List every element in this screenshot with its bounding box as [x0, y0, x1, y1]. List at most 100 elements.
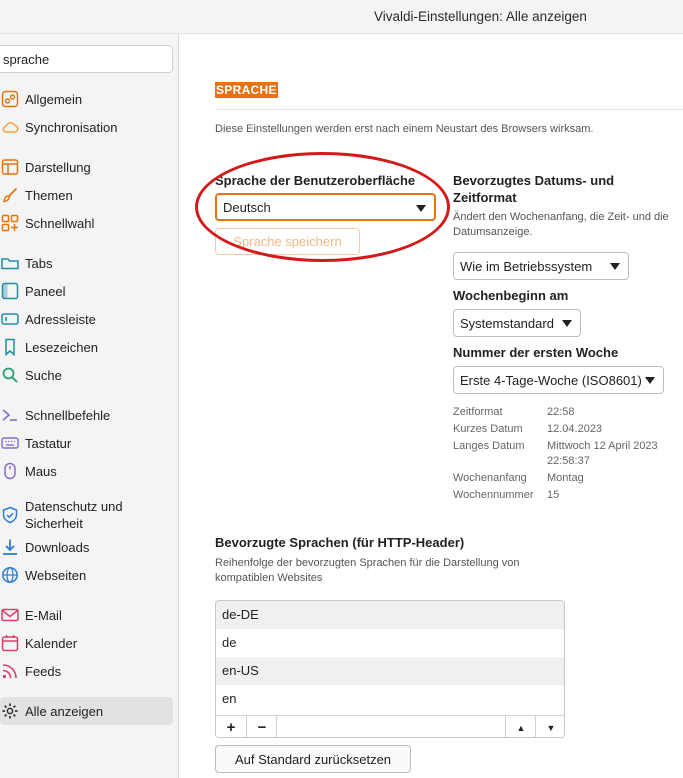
sidebar-item-tastatur[interactable]: Tastatur: [0, 429, 173, 457]
sidebar-item-tabs[interactable]: Tabs: [0, 249, 173, 277]
sidebar-item-lesezeichen[interactable]: Lesezeichen: [0, 333, 173, 361]
sidebar-item-schnellbefehle[interactable]: Schnellbefehle: [0, 401, 173, 429]
section-divider: [215, 109, 683, 110]
sidebar-item-darstellung[interactable]: Darstellung: [0, 153, 173, 181]
date-format-description: Ändert den Wochenanfang, die Zeit- und d…: [453, 211, 669, 238]
sidebar-item-label: Schnellwahl: [25, 215, 95, 231]
info-key: Wochennummer: [453, 489, 534, 501]
address-bar-icon: [1, 313, 19, 325]
date-format-select[interactable]: Wie im Betriebssystem: [453, 252, 629, 280]
sidebar-item-label: Allgemein: [25, 91, 83, 107]
week-start-label: Wochenbeginn am: [453, 288, 569, 303]
week-start-value: Systemstandard: [460, 315, 554, 331]
general-icon: [1, 90, 19, 108]
date-format-value: Wie im Betriebssystem: [460, 258, 593, 274]
sidebar-item-feeds[interactable]: Feeds: [0, 657, 173, 685]
quick-commands-icon: [2, 409, 17, 421]
first-week-label: Nummer der ersten Woche: [453, 345, 619, 360]
sidebar-item-kalender[interactable]: Kalender: [0, 629, 173, 657]
sidebar-item-label: Feeds: [25, 663, 62, 679]
info-value: 22:58:37: [547, 455, 590, 467]
download-icon: [3, 539, 17, 555]
move-up-button[interactable]: ▲: [506, 716, 536, 737]
date-format-label: Bevorzugtes Datums- und Zeitformat: [453, 173, 615, 205]
tabs-icon: [1, 258, 19, 270]
highlight-annotation: [195, 152, 450, 262]
panel-icon: [1, 282, 19, 300]
section-title: SPRACHE: [215, 82, 278, 98]
settings-content: SPRACHE Diese Einstellungen werden erst …: [180, 34, 683, 778]
sidebar-item-label: Datenschutz und Sicherheit: [25, 499, 123, 531]
sidebar-item-label: Paneel: [25, 283, 66, 299]
list-item[interactable]: de-DE: [216, 601, 564, 629]
info-key: Langes Datum: [453, 440, 525, 452]
sidebar-item-label: Downloads: [25, 539, 90, 555]
chevron-down-icon: [610, 263, 620, 270]
speed-dial-icon: [1, 214, 19, 232]
list-item[interactable]: en: [216, 685, 564, 713]
gear-icon: [2, 703, 18, 719]
sidebar-item-label: Webseiten: [25, 567, 87, 583]
sidebar-item-maus[interactable]: Maus: [0, 457, 173, 485]
feed-icon: [2, 664, 17, 679]
settings-search-input[interactable]: [0, 45, 173, 73]
week-start-select[interactable]: Systemstandard: [453, 309, 581, 337]
sidebar-item-label: Synchronisation: [25, 119, 118, 135]
http-languages-label: Bevorzugte Sprachen (für HTTP-Header): [215, 535, 465, 550]
move-down-button[interactable]: ▼: [536, 716, 564, 737]
appearance-icon: [1, 159, 19, 175]
language-list-toolbar: + − ▲ ▼: [216, 715, 564, 737]
info-value: Mittwoch 12 April 2023: [547, 440, 658, 452]
first-week-value: Erste 4-Tage-Woche (ISO8601): [460, 372, 642, 388]
sidebar-item-alle-anzeigen[interactable]: Alle anzeigen: [0, 697, 173, 725]
info-value: 15: [547, 489, 560, 501]
list-item[interactable]: en-US: [216, 657, 564, 685]
sidebar-item-downloads[interactable]: Downloads: [0, 533, 173, 561]
sidebar-item-email[interactable]: E-Mail: [0, 601, 173, 629]
info-value: 12.04.2023: [547, 423, 603, 435]
sidebar-item-label: E-Mail: [25, 607, 62, 623]
remove-language-button[interactable]: −: [247, 716, 277, 737]
http-languages-description: Reihenfolge der bevorzugten Sprachen für…: [215, 557, 520, 584]
search-icon: [2, 367, 18, 383]
chevron-down-icon: [645, 377, 655, 384]
sidebar-item-label: Lesezeichen: [25, 339, 98, 355]
sidebar-item-label: Tastatur: [25, 435, 72, 451]
info-value: 22:58: [547, 406, 575, 418]
globe-icon: [2, 567, 18, 583]
mail-icon: [1, 608, 19, 622]
keyboard-icon: [1, 437, 19, 449]
info-value: Montag: [547, 472, 584, 484]
sidebar-item-adressleiste[interactable]: Adressleiste: [0, 305, 173, 333]
settings-sidebar: Allgemein Synchronisation Darstellung Th…: [0, 34, 179, 778]
sidebar-item-webseiten[interactable]: Webseiten: [0, 561, 173, 589]
sidebar-item-datenschutz[interactable]: Datenschutz und Sicherheit: [0, 497, 173, 533]
list-item[interactable]: de: [216, 629, 564, 657]
sidebar-item-label: Adressleiste: [25, 311, 96, 327]
first-week-select[interactable]: Erste 4-Tage-Woche (ISO8601): [453, 366, 664, 394]
sidebar-item-label: Maus: [25, 463, 57, 479]
sidebar-item-label: Themen: [25, 187, 73, 203]
chevron-down-icon: [562, 320, 572, 327]
sidebar-item-themen[interactable]: Themen: [0, 181, 173, 209]
language-list: de-DE de en-US en + − ▲ ▼: [215, 600, 565, 738]
brush-icon: [3, 187, 18, 203]
window-title: Vivaldi-Einstellungen: Alle anzeigen: [374, 9, 587, 24]
sidebar-item-label: Alle anzeigen: [25, 703, 104, 719]
add-language-button[interactable]: +: [216, 716, 246, 737]
bookmark-icon: [5, 338, 15, 356]
restart-note: Diese Einstellungen werden erst nach ein…: [215, 123, 594, 135]
info-key: Kurzes Datum: [453, 423, 523, 435]
reset-defaults-button[interactable]: Auf Standard zurücksetzen: [215, 745, 411, 773]
sidebar-item-schnellwahl[interactable]: Schnellwahl: [0, 209, 173, 237]
sidebar-item-suche[interactable]: Suche: [0, 361, 173, 389]
title-bar: Vivaldi-Einstellungen: Alle anzeigen: [0, 0, 683, 34]
toolbar-separator: [276, 716, 277, 737]
sidebar-item-paneel[interactable]: Paneel: [0, 277, 173, 305]
info-key: Wochenanfang: [453, 472, 527, 484]
sidebar-item-allgemein[interactable]: Allgemein: [0, 85, 173, 113]
sidebar-item-label: Darstellung: [25, 159, 91, 175]
sidebar-item-label: Kalender: [25, 635, 78, 651]
info-key: Zeitformat: [453, 406, 503, 418]
sidebar-item-synchronisation[interactable]: Synchronisation: [0, 113, 173, 141]
